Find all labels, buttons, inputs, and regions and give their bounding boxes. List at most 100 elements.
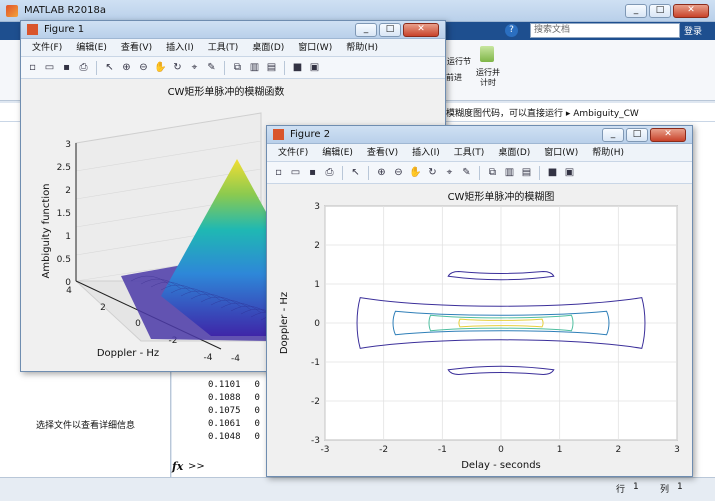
command-value: 0.1075 xyxy=(208,406,241,416)
status-row-label: 行 xyxy=(616,485,626,495)
x-tick-label: -3 xyxy=(321,445,330,455)
pointer-icon[interactable]: ↖ xyxy=(348,165,363,180)
dock-icon[interactable]: ▣ xyxy=(307,60,322,75)
figure1-titlebar[interactable]: Figure 1 _ □ ✕ xyxy=(21,21,445,39)
link-icon[interactable]: ⧉ xyxy=(230,60,245,75)
y-tick-label: 3 xyxy=(314,202,320,212)
login-button[interactable]: 登录 xyxy=(684,24,702,37)
menu-window[interactable]: 窗口(W) xyxy=(537,144,585,162)
legend-icon[interactable]: ▤ xyxy=(519,165,534,180)
run-section-label[interactable]: 运行节 xyxy=(447,56,471,67)
save-icon[interactable]: ▪ xyxy=(305,165,320,180)
run-time-label[interactable]: 运行并 计时 xyxy=(476,68,500,88)
figure2-window[interactable]: Figure 2 _ □ ✕ 文件(F) 编辑(E) 查看(V) 插入(I) 工… xyxy=(266,125,693,477)
run-time-label-line1: 运行并 xyxy=(476,68,500,77)
menu-file[interactable]: 文件(F) xyxy=(25,39,69,57)
menu-view[interactable]: 查看(V) xyxy=(114,39,159,57)
menu-desktop[interactable]: 桌面(D) xyxy=(491,144,537,162)
pan-icon[interactable]: ✋ xyxy=(408,165,423,180)
z-tick: 2 xyxy=(65,186,71,196)
doppler-tick: -4 xyxy=(204,353,213,363)
menu-edit[interactable]: 编辑(E) xyxy=(315,144,360,162)
figure2-canvas: -3 -2 -1 0 1 2 3 -3 -2 -1 0 1 2 3 CW矩形单脉冲的模糊图 Delay -… xyxy=(267,186,692,476)
menu-window[interactable]: 窗口(W) xyxy=(291,39,339,57)
z-tick: 3 xyxy=(65,140,71,150)
colorbar-icon[interactable]: ▥ xyxy=(502,165,517,180)
command-output-line: 0.1088 0 xyxy=(208,392,260,405)
maximize-button[interactable]: □ xyxy=(626,127,648,142)
rotate-icon[interactable]: ↻ xyxy=(425,165,440,180)
menu-tools[interactable]: 工具(T) xyxy=(201,39,246,57)
contour-xlabel: Delay - seconds xyxy=(461,460,541,471)
z-tick: 2.5 xyxy=(57,163,71,173)
search-box[interactable]: 搜索文档 xyxy=(530,23,680,38)
data-cursor-icon[interactable]: ⌖ xyxy=(442,165,457,180)
zoom-in-icon[interactable]: ⊕ xyxy=(119,60,134,75)
status-col-label: 列 xyxy=(660,485,670,495)
zoom-in-icon[interactable]: ⊕ xyxy=(374,165,389,180)
rotate-icon[interactable]: ↻ xyxy=(170,60,185,75)
menu-insert[interactable]: 插入(I) xyxy=(405,144,447,162)
maximize-button[interactable]: □ xyxy=(379,22,401,37)
figure-icon xyxy=(273,129,284,140)
menu-help[interactable]: 帮助(H) xyxy=(585,144,631,162)
minimize-button[interactable]: _ xyxy=(625,3,647,18)
pointer-icon[interactable]: ↖ xyxy=(102,60,117,75)
print-icon[interactable]: ⎙ xyxy=(322,165,337,180)
print-icon[interactable]: ⎙ xyxy=(76,60,91,75)
hide-tools-icon[interactable]: ■ xyxy=(545,165,560,180)
help-icon[interactable]: ? xyxy=(505,24,518,37)
link-icon[interactable]: ⧉ xyxy=(485,165,500,180)
toolbar-separator xyxy=(539,165,540,180)
minimize-button[interactable]: _ xyxy=(602,127,624,142)
x-tick-label: 0 xyxy=(498,445,504,455)
menu-desktop[interactable]: 桌面(D) xyxy=(245,39,291,57)
z-tick: 1.5 xyxy=(57,209,71,219)
toolbar-separator xyxy=(368,165,369,180)
run-time-icon[interactable] xyxy=(480,46,494,62)
zoom-out-icon[interactable]: ⊖ xyxy=(136,60,151,75)
save-icon[interactable]: ▪ xyxy=(59,60,74,75)
open-icon[interactable]: ▭ xyxy=(42,60,57,75)
menu-insert[interactable]: 插入(I) xyxy=(159,39,201,57)
close-button[interactable]: ✕ xyxy=(673,3,709,18)
menu-tools[interactable]: 工具(T) xyxy=(447,144,492,162)
matlab-logo-icon xyxy=(6,4,18,17)
brush-icon[interactable]: ✎ xyxy=(204,60,219,75)
command-output-line: 0.1075 0 xyxy=(208,405,260,418)
close-button[interactable]: ✕ xyxy=(650,127,686,142)
command-output-line: 0.1048 0 xyxy=(208,431,260,444)
menu-file[interactable]: 文件(F) xyxy=(271,144,315,162)
plot-title: CW矩形单脉冲的模糊函数 xyxy=(168,85,285,98)
toolbar-separator xyxy=(96,60,97,75)
command-prompt[interactable]: >> xyxy=(188,461,205,472)
z-tick: 1 xyxy=(65,232,71,242)
figure1-title: Figure 1 xyxy=(44,24,85,35)
menu-edit[interactable]: 编辑(E) xyxy=(69,39,114,57)
y-tick-label: 2 xyxy=(314,241,320,251)
data-cursor-icon[interactable]: ⌖ xyxy=(187,60,202,75)
new-figure-icon[interactable]: ▫ xyxy=(271,165,286,180)
advance-label[interactable]: 前进 xyxy=(446,72,462,83)
open-icon[interactable]: ▭ xyxy=(288,165,303,180)
new-figure-icon[interactable]: ▫ xyxy=(25,60,40,75)
status-col-value: 1 xyxy=(677,482,683,492)
command-value-col2: 0 xyxy=(254,380,260,390)
dock-icon[interactable]: ▣ xyxy=(562,165,577,180)
menu-help[interactable]: 帮助(H) xyxy=(339,39,385,57)
menu-view[interactable]: 查看(V) xyxy=(360,144,405,162)
x-tick-label: -1 xyxy=(438,445,447,455)
legend-icon[interactable]: ▤ xyxy=(264,60,279,75)
zoom-out-icon[interactable]: ⊖ xyxy=(391,165,406,180)
figure2-titlebar[interactable]: Figure 2 _ □ ✕ xyxy=(267,126,692,144)
pan-icon[interactable]: ✋ xyxy=(153,60,168,75)
brush-icon[interactable]: ✎ xyxy=(459,165,474,180)
contour-title: CW矩形单脉冲的模糊图 xyxy=(448,190,555,203)
hide-tools-icon[interactable]: ■ xyxy=(290,60,305,75)
y-tick-label: -2 xyxy=(311,397,320,407)
colorbar-icon[interactable]: ▥ xyxy=(247,60,262,75)
maximize-button[interactable]: □ xyxy=(649,3,671,18)
close-button[interactable]: ✕ xyxy=(403,22,439,37)
figure2-title: Figure 2 xyxy=(290,129,331,140)
minimize-button[interactable]: _ xyxy=(355,22,377,37)
